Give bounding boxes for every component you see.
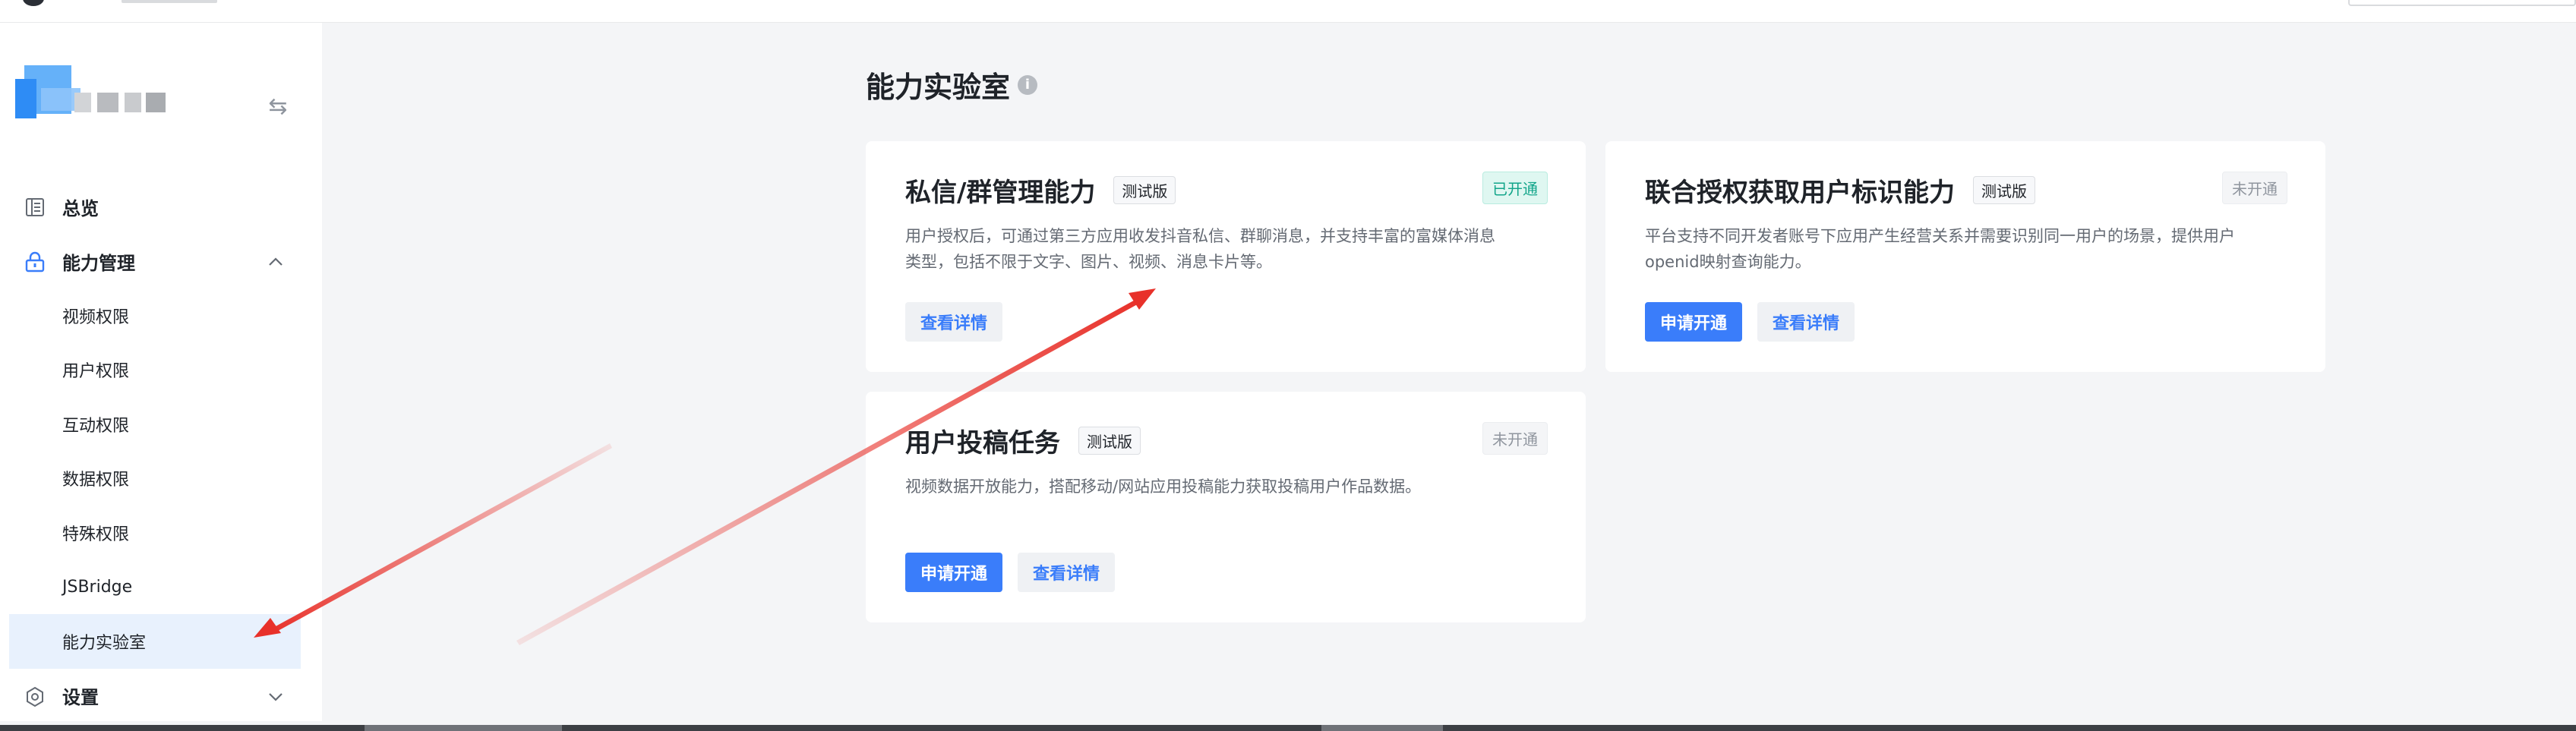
beta-tag: 测试版 (1113, 176, 1176, 204)
card-title-text: 用户投稿任务 (905, 428, 1060, 458)
bottom-edge (0, 725, 2576, 731)
sidebar-subitem-special-permission[interactable]: 特殊权限 (0, 506, 322, 560)
gear-icon (24, 686, 46, 707)
sidebar-subitem-label: 特殊权限 (62, 525, 130, 544)
sidebar-subitem-data-permission[interactable]: 数据权限 (0, 452, 322, 506)
sidebar-subitem-jsbridge[interactable]: JSBridge (0, 560, 322, 615)
info-icon[interactable]: i (1018, 74, 1038, 95)
sidebar: ⇆ 总览 能力管理 视频权限 用户权限 互动权限 数据权限 特殊权限 JSBri… (0, 23, 322, 721)
sidebar-subitem-video-permission[interactable]: 视频权限 (0, 288, 322, 343)
sidebar-subitem-user-permission[interactable]: 用户权限 (0, 343, 322, 398)
capability-card-private-message: 私信/群管理能力 测试版 已开通 用户授权后，可通过第三方应用收发抖音私信、群聊… (866, 141, 1586, 372)
card-description: 平台支持不同开发者账号下应用产生经营关系并需要识别同一用户的场景，提供用户 op… (1645, 223, 2235, 275)
sidebar-subitem-interaction-permission[interactable]: 互动权限 (0, 397, 322, 452)
sidebar-subitem-label: 用户权限 (62, 362, 130, 382)
page-title: 能力实验室 i (866, 64, 1038, 106)
sidebar-subitem-label: JSBridge (62, 577, 133, 597)
card-description: 用户授权后，可通过第三方应用收发抖音私信、群聊消息，并支持丰富的富媒体消息 类型… (905, 223, 1495, 275)
sidebar-item-label: 设置 (62, 687, 99, 708)
sidebar-subitem-label: 能力实验室 (62, 633, 147, 653)
chevron-down-icon[interactable] (264, 685, 287, 708)
card-title: 用户投稿任务 测试版 (905, 422, 1141, 459)
card-description-line: 用户授权后，可通过第三方应用收发抖音私信、群聊消息，并支持丰富的富媒体消息 (905, 227, 1495, 245)
status-badge: 未开通 (1482, 422, 1548, 455)
card-title: 联合授权获取用户标识能力 测试版 (1645, 172, 2035, 209)
page-title-text: 能力实验室 (866, 71, 1011, 104)
card-title: 私信/群管理能力 测试版 (905, 172, 1176, 209)
sidebar-nav: 总览 能力管理 视频权限 用户权限 互动权限 数据权限 特殊权限 JSBridg (0, 179, 322, 723)
top-tab[interactable] (122, 0, 217, 3)
sidebar-item-overview[interactable]: 总览 (0, 179, 322, 234)
card-description-line: 类型，包括不限于文字、图片、视频、消息卡片等。 (905, 253, 1272, 271)
beta-tag: 测试版 (1973, 176, 2035, 204)
sidebar-item-label: 能力管理 (62, 252, 135, 274)
apply-button[interactable]: 申请开通 (1645, 302, 1743, 342)
card-title-text: 联合授权获取用户标识能力 (1645, 178, 1955, 208)
card-description-line: openid映射查询能力。 (1645, 253, 1811, 271)
sidebar-subitem-label: 视频权限 (62, 307, 130, 327)
sidebar-subitem-capability-lab[interactable]: 能力实验室 (9, 614, 301, 669)
sidebar-item-capability-management[interactable]: 能力管理 (0, 234, 322, 288)
sidebar-item-label: 总览 (62, 197, 99, 219)
brand-logo-blurred (15, 58, 166, 126)
capability-card-joint-authorization: 联合授权获取用户标识能力 测试版 未开通 平台支持不同开发者账号下应用产生经营关… (1605, 141, 2325, 372)
view-details-button[interactable]: 查看详情 (1757, 302, 1855, 342)
top-bar (0, 0, 2576, 23)
overview-icon (24, 197, 46, 218)
view-details-button[interactable]: 查看详情 (905, 302, 1003, 342)
lock-icon (24, 251, 46, 273)
capability-card-user-submission-task: 用户投稿任务 测试版 未开通 视频数据开放能力，搭配移动/网站应用投稿能力获取投… (866, 392, 1586, 622)
view-details-button[interactable]: 查看详情 (1018, 553, 1116, 592)
card-title-text: 私信/群管理能力 (905, 178, 1096, 208)
beta-tag: 测试版 (1078, 427, 1141, 455)
sidebar-subitem-label: 数据权限 (62, 471, 130, 490)
app-logo[interactable] (23, 0, 44, 6)
status-badge: 未开通 (2222, 172, 2287, 204)
sidebar-item-settings[interactable]: 设置 (0, 669, 322, 723)
card-description-line: 视频数据开放能力，搭配移动/网站应用投稿能力获取投稿用户作品数据。 (905, 477, 1422, 496)
apply-button[interactable]: 申请开通 (905, 553, 1003, 592)
top-search-box[interactable] (2348, 0, 2576, 6)
card-description-line: 平台支持不同开发者账号下应用产生经营关系并需要识别同一用户的场景，提供用户 (1645, 227, 2235, 245)
card-description: 视频数据开放能力，搭配移动/网站应用投稿能力获取投稿用户作品数据。 (905, 474, 1421, 499)
status-badge: 已开通 (1482, 172, 1548, 204)
chevron-up-icon[interactable] (264, 250, 287, 273)
sidebar-collapse-icon[interactable]: ⇆ (263, 91, 293, 121)
sidebar-subitem-label: 互动权限 (62, 416, 130, 436)
